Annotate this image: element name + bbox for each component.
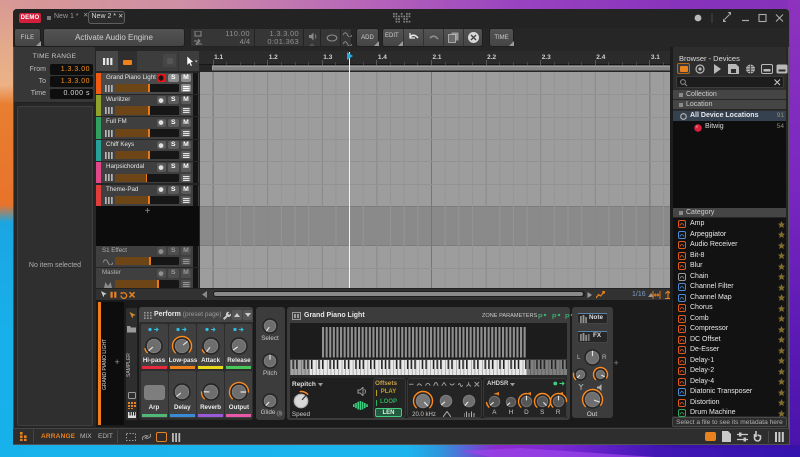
svg-text:P: P xyxy=(552,314,557,321)
svg-text:P: P xyxy=(565,314,570,321)
svg-text:P: P xyxy=(538,314,543,321)
svg-text:L: L xyxy=(278,411,281,417)
